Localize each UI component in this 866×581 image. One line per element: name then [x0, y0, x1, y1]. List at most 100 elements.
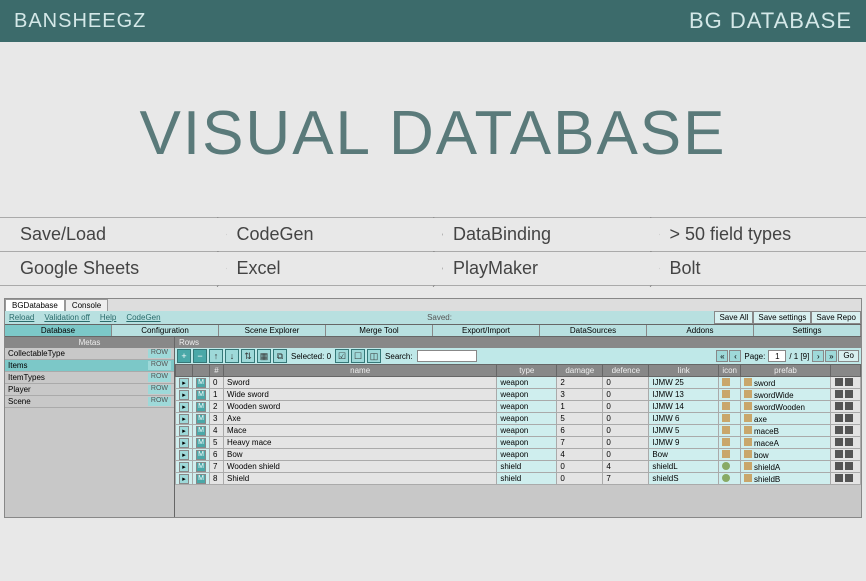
tab-console[interactable]: Console: [65, 299, 108, 311]
row-action-a[interactable]: [835, 378, 843, 386]
col-header[interactable]: type: [497, 365, 557, 377]
row-action-a[interactable]: [835, 438, 843, 446]
row-action-b[interactable]: [845, 390, 853, 398]
table-row[interactable]: ▸M3Axeweapon50IJMW 6axe: [176, 413, 861, 425]
row-expand-button[interactable]: ▸: [179, 378, 189, 388]
hero-title: VISUAL DATABASE: [0, 98, 866, 169]
page-prev-button[interactable]: ‹: [729, 350, 741, 362]
table-row[interactable]: ▸M6Bowweapon40Bowbow: [176, 449, 861, 461]
copy-button[interactable]: ⧉: [273, 349, 287, 363]
row-action-b[interactable]: [845, 426, 853, 434]
row-action-a[interactable]: [835, 426, 843, 434]
table-row[interactable]: ▸M5Heavy maceweapon70IJMW 9maceA: [176, 437, 861, 449]
row-action-a[interactable]: [835, 462, 843, 470]
save-repo-button[interactable]: Save Repo: [811, 311, 861, 324]
row-menu-button[interactable]: M: [196, 450, 206, 460]
db-main: Rows + − ↑ ↓ ⇅ ▦ ⧉ Selected: 0 ☑ ☐ ◫ Sea…: [175, 337, 861, 517]
select-all-button[interactable]: ☑: [335, 349, 349, 363]
row-expand-button[interactable]: ▸: [179, 462, 189, 472]
row-expand-button[interactable]: ▸: [179, 474, 189, 484]
page-next-button[interactable]: ›: [812, 350, 824, 362]
link-reload[interactable]: Reload: [5, 312, 38, 323]
nav-tab-addons[interactable]: Addons: [647, 325, 754, 336]
sidebar-item-itemtypes[interactable]: ItemTypesROW: [5, 372, 174, 384]
page-input[interactable]: [768, 350, 786, 362]
saved-status: Saved:: [165, 313, 715, 322]
row-menu-button[interactable]: M: [196, 390, 206, 400]
table-row[interactable]: ▸M1Wide swordweapon30IJMW 13swordWide: [176, 389, 861, 401]
search-input[interactable]: [417, 350, 477, 362]
row-action-b[interactable]: [845, 378, 853, 386]
row-menu-button[interactable]: M: [196, 414, 206, 424]
link-help[interactable]: Help: [96, 312, 120, 323]
col-header[interactable]: damage: [557, 365, 603, 377]
sidebar-item-collectabletype[interactable]: CollectableTypeROW: [5, 348, 174, 360]
row-action-b[interactable]: [845, 462, 853, 470]
row-expand-button[interactable]: ▸: [179, 414, 189, 424]
col-header[interactable]: link: [649, 365, 719, 377]
nav-tab-exportimport[interactable]: Export/Import: [433, 325, 540, 336]
link-codegen[interactable]: CodeGen: [122, 312, 164, 323]
table-row[interactable]: ▸M4Maceweapon60IJMW 5maceB: [176, 425, 861, 437]
row-action-a[interactable]: [835, 450, 843, 458]
save-all-button[interactable]: Save All: [714, 311, 753, 324]
nav-tab-sceneexplorer[interactable]: Scene Explorer: [219, 325, 326, 336]
row-action-a[interactable]: [835, 474, 843, 482]
sort-button[interactable]: ⇅: [241, 349, 255, 363]
col-header[interactable]: [831, 365, 861, 377]
nav-tab-datasources[interactable]: DataSources: [540, 325, 647, 336]
row-action-a[interactable]: [835, 414, 843, 422]
nav-tab-database[interactable]: Database: [5, 325, 112, 336]
row-action-b[interactable]: [845, 474, 853, 482]
table-row[interactable]: ▸M2Wooden swordweapon10IJMW 14swordWoode…: [176, 401, 861, 413]
col-header[interactable]: [193, 365, 210, 377]
up-button[interactable]: ↑: [209, 349, 223, 363]
col-header[interactable]: [176, 365, 193, 377]
col-header[interactable]: #: [210, 365, 224, 377]
row-action-a[interactable]: [835, 402, 843, 410]
row-action-b[interactable]: [845, 450, 853, 458]
row-expand-button[interactable]: ▸: [179, 426, 189, 436]
row-action-b[interactable]: [845, 402, 853, 410]
row-menu-button[interactable]: M: [196, 426, 206, 436]
tab-bgdatabase[interactable]: BGDatabase: [5, 299, 65, 311]
row-action-a[interactable]: [835, 390, 843, 398]
table-row[interactable]: ▸M0Swordweapon20IJMW 25sword: [176, 377, 861, 389]
row-menu-button[interactable]: M: [196, 462, 206, 472]
sidebar-item-scene[interactable]: SceneROW: [5, 396, 174, 408]
product-name: BG DATABASE: [689, 8, 852, 34]
row-menu-button[interactable]: M: [196, 378, 206, 388]
sidebar-item-items[interactable]: ItemsROW: [5, 360, 174, 372]
delete-row-button[interactable]: −: [193, 349, 207, 363]
row-expand-button[interactable]: ▸: [179, 438, 189, 448]
row-menu-button[interactable]: M: [196, 474, 206, 484]
page-first-button[interactable]: «: [716, 350, 728, 362]
select-invert-button[interactable]: ◫: [367, 349, 381, 363]
row-expand-button[interactable]: ▸: [179, 390, 189, 400]
filter-button[interactable]: ▦: [257, 349, 271, 363]
link-validation[interactable]: Validation off: [40, 312, 94, 323]
sidebar-item-player[interactable]: PlayerROW: [5, 384, 174, 396]
row-menu-button[interactable]: M: [196, 438, 206, 448]
shield-icon: [722, 474, 730, 482]
go-button[interactable]: Go: [838, 350, 859, 362]
save-settings-button[interactable]: Save settings: [753, 311, 811, 324]
col-header[interactable]: name: [224, 365, 497, 377]
row-expand-button[interactable]: ▸: [179, 402, 189, 412]
nav-tab-mergetool[interactable]: Merge Tool: [326, 325, 433, 336]
table-row[interactable]: ▸M7Wooden shieldshield04shieldLshieldA: [176, 461, 861, 473]
row-menu-button[interactable]: M: [196, 402, 206, 412]
page-last-button[interactable]: »: [825, 350, 837, 362]
row-action-b[interactable]: [845, 438, 853, 446]
col-header[interactable]: defence: [603, 365, 649, 377]
row-expand-button[interactable]: ▸: [179, 450, 189, 460]
col-header[interactable]: prefab: [741, 365, 831, 377]
add-row-button[interactable]: +: [177, 349, 191, 363]
nav-tab-configuration[interactable]: Configuration: [112, 325, 219, 336]
col-header[interactable]: icon: [719, 365, 741, 377]
row-action-b[interactable]: [845, 414, 853, 422]
nav-tab-settings[interactable]: Settings: [754, 325, 861, 336]
down-button[interactable]: ↓: [225, 349, 239, 363]
table-row[interactable]: ▸M8Shieldshield07shieldSshieldB: [176, 473, 861, 485]
select-none-button[interactable]: ☐: [351, 349, 365, 363]
